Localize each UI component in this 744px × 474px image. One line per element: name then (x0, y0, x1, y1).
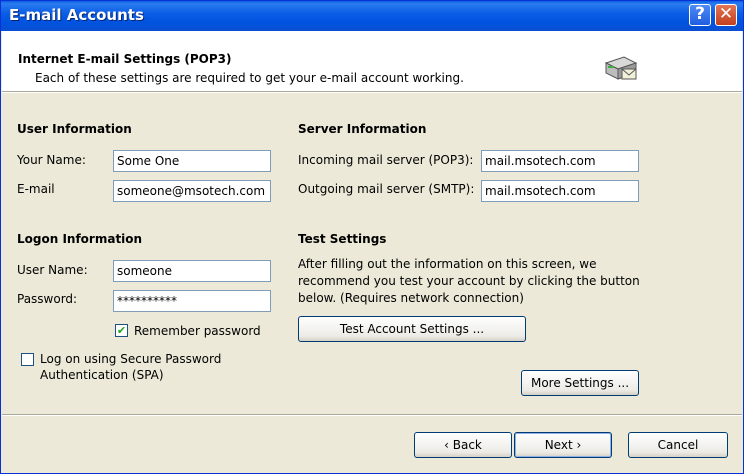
test-settings-desc-line2: recommend you test your account by click… (298, 274, 640, 288)
outgoing-server-label: Outgoing mail server (SMTP): (298, 182, 475, 196)
remember-password-checkbox[interactable]: ✔ (115, 324, 128, 337)
header-title: Internet E-mail Settings (POP3) (18, 52, 232, 66)
spa-label-line1: Log on using Secure Password (40, 352, 222, 366)
email-label: E-mail (17, 182, 55, 196)
spa-label-line2: Authentication (SPA) (40, 368, 164, 382)
user-name-field[interactable]: someone (113, 260, 271, 282)
footer-separator (2, 414, 742, 416)
dialog-header: Internet E-mail Settings (POP3) Each of … (2, 31, 742, 91)
header-separator (2, 91, 742, 93)
spa-checkbox[interactable] (21, 353, 34, 366)
password-label: Password: (17, 292, 78, 306)
cancel-button[interactable]: Cancel (628, 432, 728, 458)
mail-server-icon (604, 56, 638, 80)
server-info-heading: Server Information (298, 122, 427, 136)
email-accounts-dialog: E-mail Accounts ? ✕ Internet E-mail Sett… (0, 0, 744, 474)
incoming-server-field[interactable]: mail.msotech.com (481, 150, 639, 172)
test-settings-desc-line3: below. (Requires network connection) (298, 291, 524, 305)
password-field[interactable]: ********** (113, 290, 271, 312)
logon-info-heading: Logon Information (17, 232, 143, 246)
header-subtitle: Each of these settings are required to g… (35, 71, 464, 85)
user-info-heading: User Information (17, 122, 132, 136)
your-name-field[interactable]: Some One (113, 150, 271, 172)
help-button[interactable]: ? (689, 4, 711, 26)
outgoing-server-field[interactable]: mail.msotech.com (481, 180, 639, 202)
incoming-server-label: Incoming mail server (POP3): (298, 153, 474, 167)
test-account-settings-button[interactable]: Test Account Settings ... (298, 316, 526, 342)
close-button[interactable]: ✕ (715, 4, 737, 26)
more-settings-button[interactable]: More Settings ... (521, 370, 639, 396)
user-name-label: User Name: (17, 263, 88, 277)
remember-password-label: Remember password (134, 324, 261, 338)
next-button[interactable]: Next › (514, 432, 612, 458)
your-name-label: Your Name: (17, 153, 86, 167)
email-field[interactable]: someone@msotech.com (113, 180, 271, 202)
test-settings-heading: Test Settings (298, 232, 387, 246)
test-settings-desc-line1: After filling out the information on thi… (298, 257, 597, 271)
window-title: E-mail Accounts (9, 6, 144, 24)
back-button[interactable]: ‹ Back (414, 432, 512, 458)
title-bar[interactable]: E-mail Accounts ? ✕ (1, 1, 743, 31)
